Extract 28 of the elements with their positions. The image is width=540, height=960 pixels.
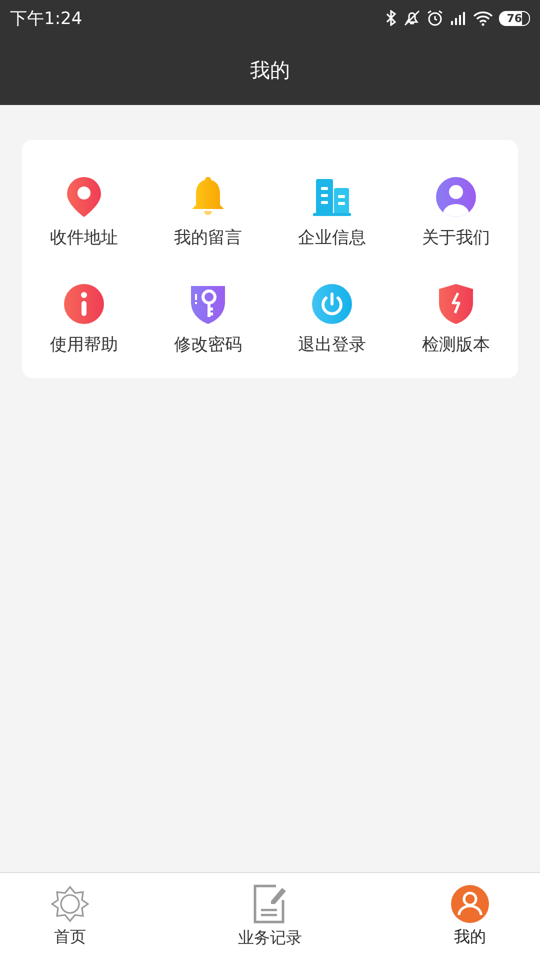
tab-item[interactable]: 业务记录 — [230, 873, 310, 960]
muted-bell-icon — [402, 10, 421, 26]
building-icon — [311, 177, 353, 217]
wifi-icon — [472, 10, 493, 26]
menu-item[interactable]: 检测版本 — [394, 275, 518, 360]
menu-item[interactable]: 收件地址 — [22, 168, 146, 253]
document-edit-icon — [252, 884, 288, 924]
power-icon — [311, 283, 353, 325]
signal-icon — [448, 10, 467, 26]
menu-item[interactable]: 修改密码 — [146, 275, 270, 360]
menu-item[interactable]: 关于我们 — [394, 168, 518, 253]
info-icon — [63, 283, 105, 325]
sun-icon — [51, 885, 89, 923]
alarm-icon — [426, 10, 443, 26]
person-icon — [435, 176, 477, 218]
menu-item[interactable]: 使用帮助 — [22, 275, 146, 360]
shield-bolt-icon — [436, 282, 476, 326]
person-icon — [451, 885, 489, 923]
page-title: 我的 — [250, 57, 290, 84]
bluetooth-icon — [384, 10, 397, 26]
status-time: 下午1:24 — [10, 8, 82, 30]
battery-indicator: 76 — [498, 10, 530, 26]
tab-item[interactable]: 首页 — [30, 873, 110, 960]
tab-item[interactable]: 我的 — [430, 873, 510, 960]
menu-item[interactable]: 退出登录 — [270, 275, 394, 360]
location-pin-icon — [65, 175, 103, 219]
menu-item[interactable]: 企业信息 — [270, 168, 394, 253]
menu-item[interactable]: 我的留言 — [146, 168, 270, 253]
